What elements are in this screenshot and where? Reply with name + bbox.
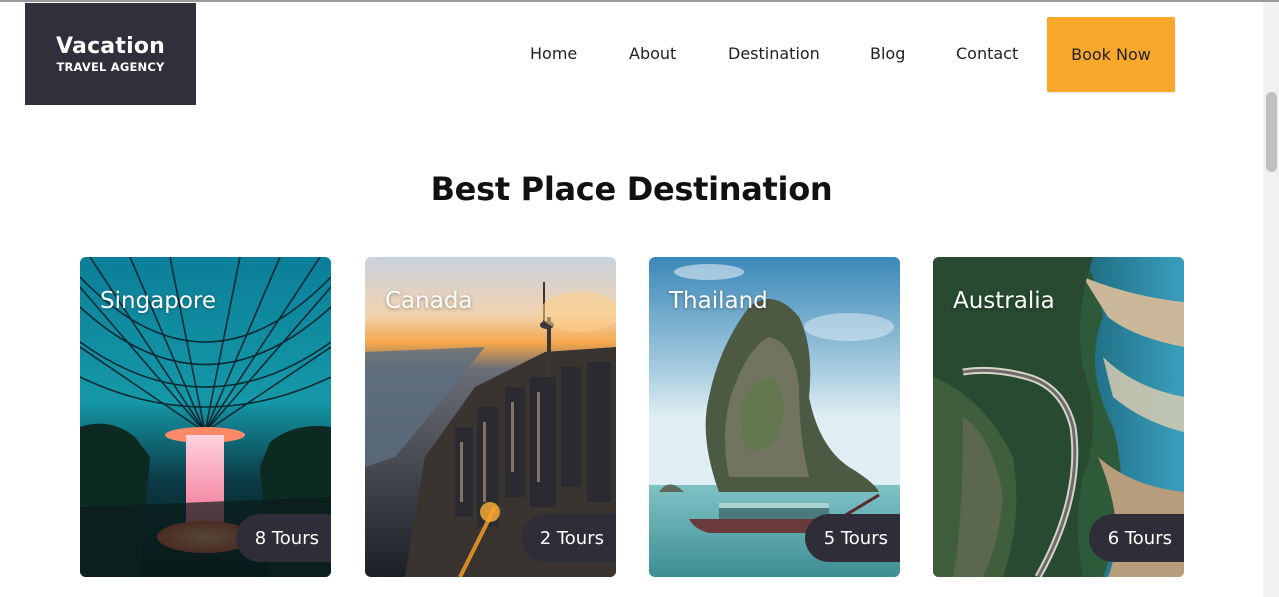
site-logo[interactable]: Vacation TRAVEL AGENCY	[25, 3, 196, 105]
destination-name: Singapore	[100, 288, 217, 314]
section-title: Best Place Destination	[430, 170, 833, 208]
nav-blog[interactable]: Blog	[870, 44, 905, 64]
destination-name: Canada	[385, 288, 473, 314]
book-now-button[interactable]: Book Now	[1047, 17, 1175, 92]
scrollbar-thumb[interactable]	[1266, 92, 1277, 172]
nav-contact[interactable]: Contact	[956, 44, 1018, 64]
tours-badge: 8 Tours	[235, 514, 331, 562]
logo-title: Vacation	[56, 34, 165, 59]
destination-card-canada[interactable]: Canada 2 Tours	[365, 257, 616, 577]
tours-badge: 5 Tours	[804, 514, 900, 562]
tours-badge: 2 Tours	[520, 514, 616, 562]
destination-name: Thailand	[669, 288, 768, 314]
nav-about[interactable]: About	[629, 44, 676, 64]
page-scrollbar[interactable]	[1263, 2, 1279, 597]
destination-card-australia[interactable]: Australia 6 Tours	[933, 257, 1184, 577]
nav-destination[interactable]: Destination	[728, 44, 820, 64]
logo-subtitle: TRAVEL AGENCY	[56, 60, 165, 74]
nav-home[interactable]: Home	[530, 44, 577, 64]
destination-card-thailand[interactable]: Thailand 5 Tours	[649, 257, 900, 577]
browser-top-border	[0, 0, 1279, 2]
tours-badge: 6 Tours	[1088, 514, 1184, 562]
destination-name: Australia	[953, 288, 1055, 314]
destination-card-singapore[interactable]: Singapore 8 Tours	[80, 257, 331, 577]
